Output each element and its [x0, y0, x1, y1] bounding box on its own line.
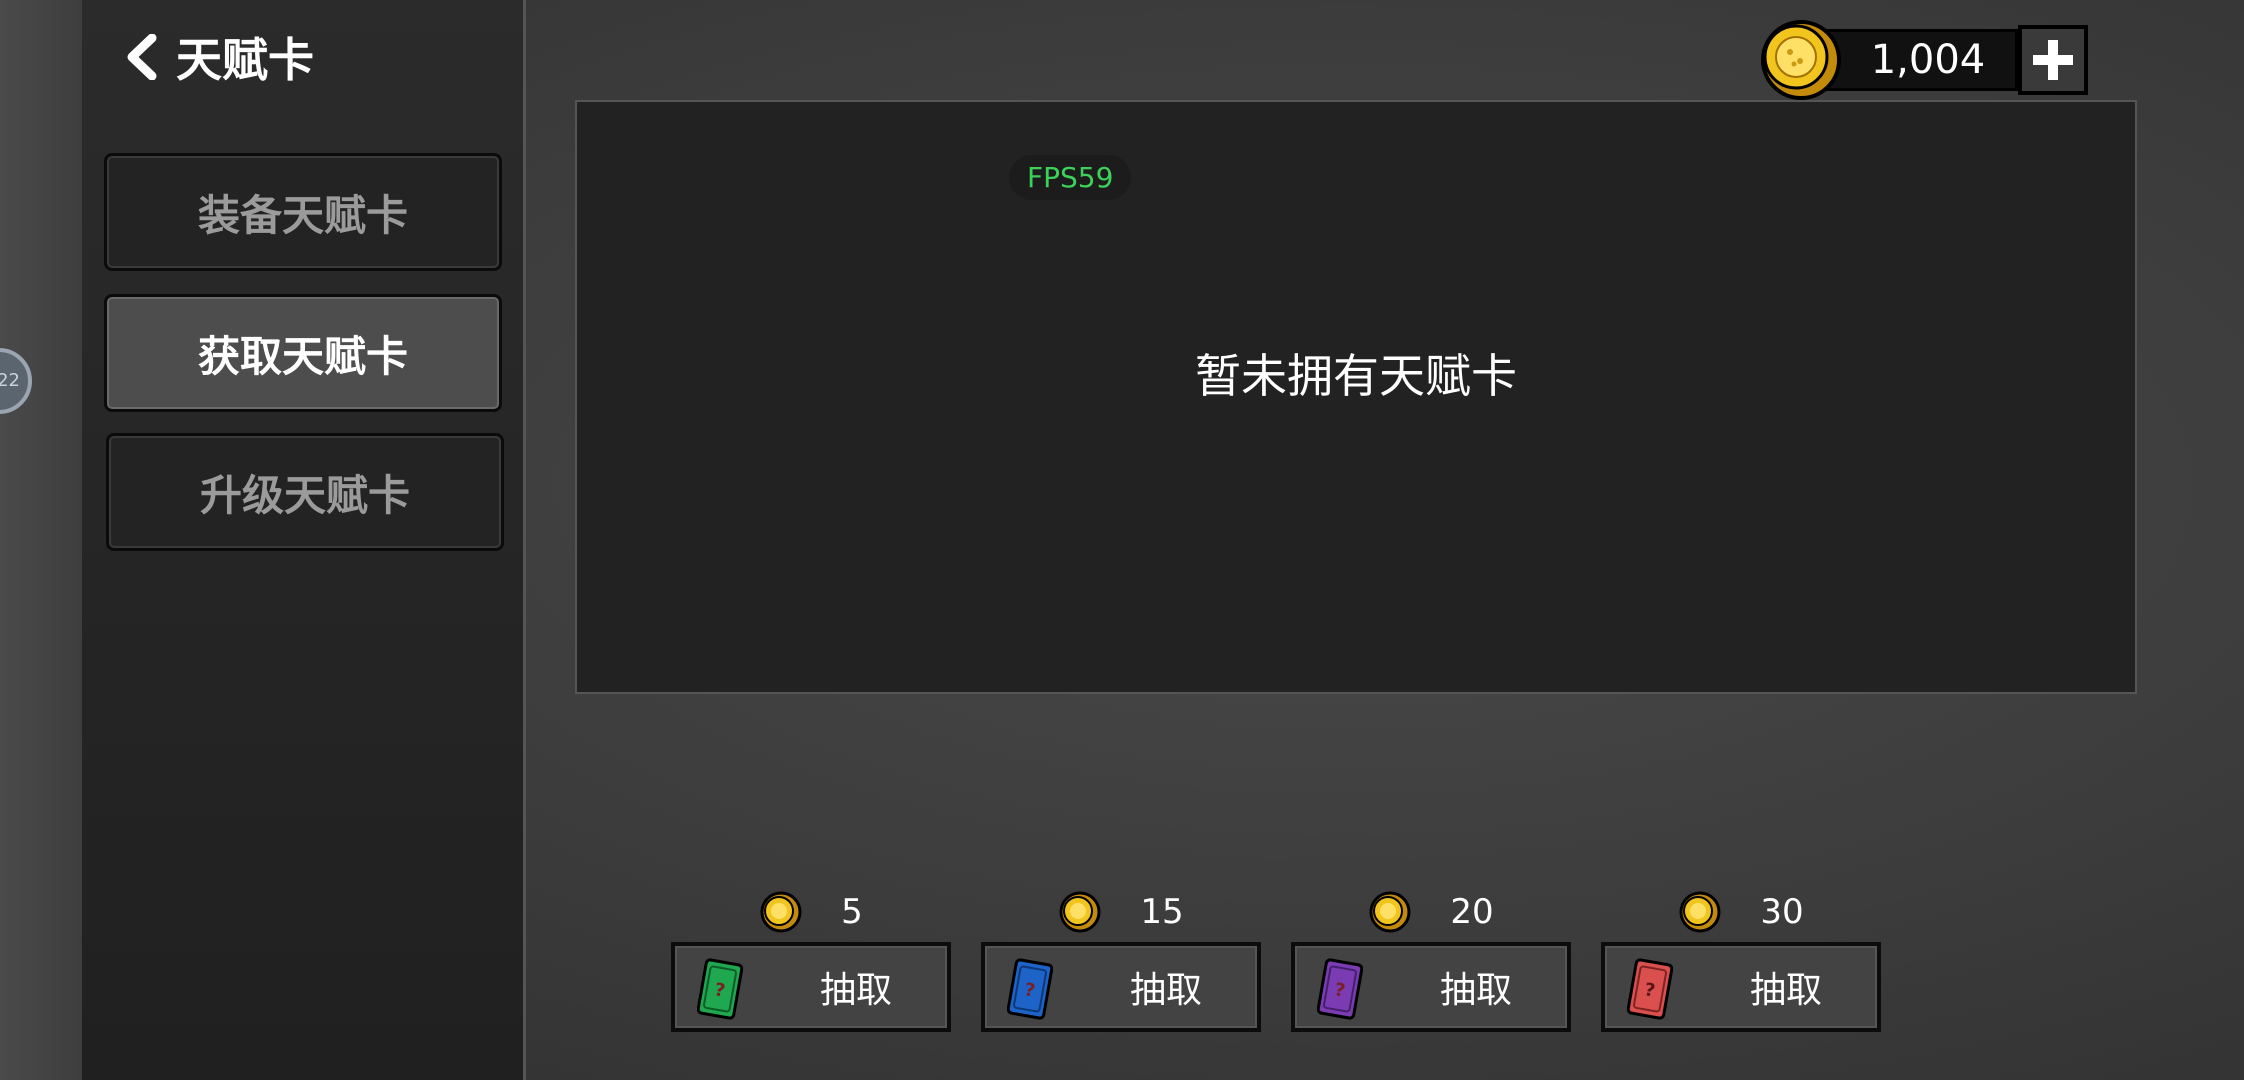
mystery-card-icon: ? [1317, 958, 1363, 1020]
coin-icon [1761, 20, 1841, 100]
coin-icon [1059, 891, 1101, 933]
draw-option-1: 5 ? 抽取 [671, 885, 951, 1032]
menu-obtain-talent-card[interactable]: 获取天赋卡 [104, 294, 502, 412]
menu-equip-talent-card[interactable]: 装备天赋卡 [104, 153, 502, 271]
sidebar: 天赋卡 装备天赋卡 获取天赋卡 升级天赋卡 [82, 0, 526, 1080]
menu-item-label: 升级天赋卡 [199, 470, 410, 520]
draw-button[interactable]: ? 抽取 [671, 942, 951, 1032]
left-edge-strip [0, 0, 82, 1080]
draw-cost: 5 [671, 885, 951, 939]
talent-card-panel: FPS59 暂未拥有天赋卡 [575, 100, 2137, 694]
draw-cost: 15 [981, 885, 1261, 939]
menu-item-label: 装备天赋卡 [197, 190, 408, 240]
draw-button[interactable]: ? 抽取 [1601, 942, 1881, 1032]
coin-icon [1679, 891, 1721, 933]
draw-button-label: 抽取 [1439, 970, 1512, 1011]
currency-amount: 1,004 [1818, 29, 2018, 91]
draw-button-label: 抽取 [819, 970, 892, 1011]
mystery-card-icon: ? [1627, 958, 1673, 1020]
draw-cost-value: 20 [1450, 892, 1494, 932]
draw-cost-value: 15 [1140, 892, 1184, 932]
draw-cost-value: 5 [841, 892, 863, 932]
coin-icon [1369, 891, 1411, 933]
draw-button-label: 抽取 [1749, 970, 1822, 1011]
draw-button[interactable]: ? 抽取 [1291, 942, 1571, 1032]
mystery-card-icon: ? [1007, 958, 1053, 1020]
draw-option-4: 30 ? 抽取 [1601, 885, 1881, 1032]
fps-counter: FPS59 [1009, 155, 1132, 200]
mystery-card-icon: ? [697, 958, 743, 1020]
draw-button[interactable]: ? 抽取 [981, 942, 1261, 1032]
add-currency-button[interactable] [2018, 25, 2088, 95]
plus-icon [2033, 40, 2073, 80]
draw-option-2: 15 ? 抽取 [981, 885, 1261, 1032]
draw-cost-value: 30 [1760, 892, 1804, 932]
back-chevron-icon [127, 34, 157, 80]
draw-cost: 30 [1601, 885, 1881, 939]
draw-button-label: 抽取 [1129, 970, 1202, 1011]
draw-option-3: 20 ? 抽取 [1291, 885, 1571, 1032]
back-button[interactable]: 天赋卡 [122, 22, 314, 92]
draw-cost: 20 [1291, 885, 1571, 939]
empty-state-message: 暂未拥有天赋卡 [1195, 349, 1517, 403]
coin-icon [760, 891, 802, 933]
currency-bar: 1,004 [1760, 20, 2088, 100]
menu-item-label: 获取天赋卡 [197, 331, 408, 381]
menu-upgrade-talent-card[interactable]: 升级天赋卡 [106, 433, 504, 551]
page-title: 天赋卡 [176, 33, 314, 87]
